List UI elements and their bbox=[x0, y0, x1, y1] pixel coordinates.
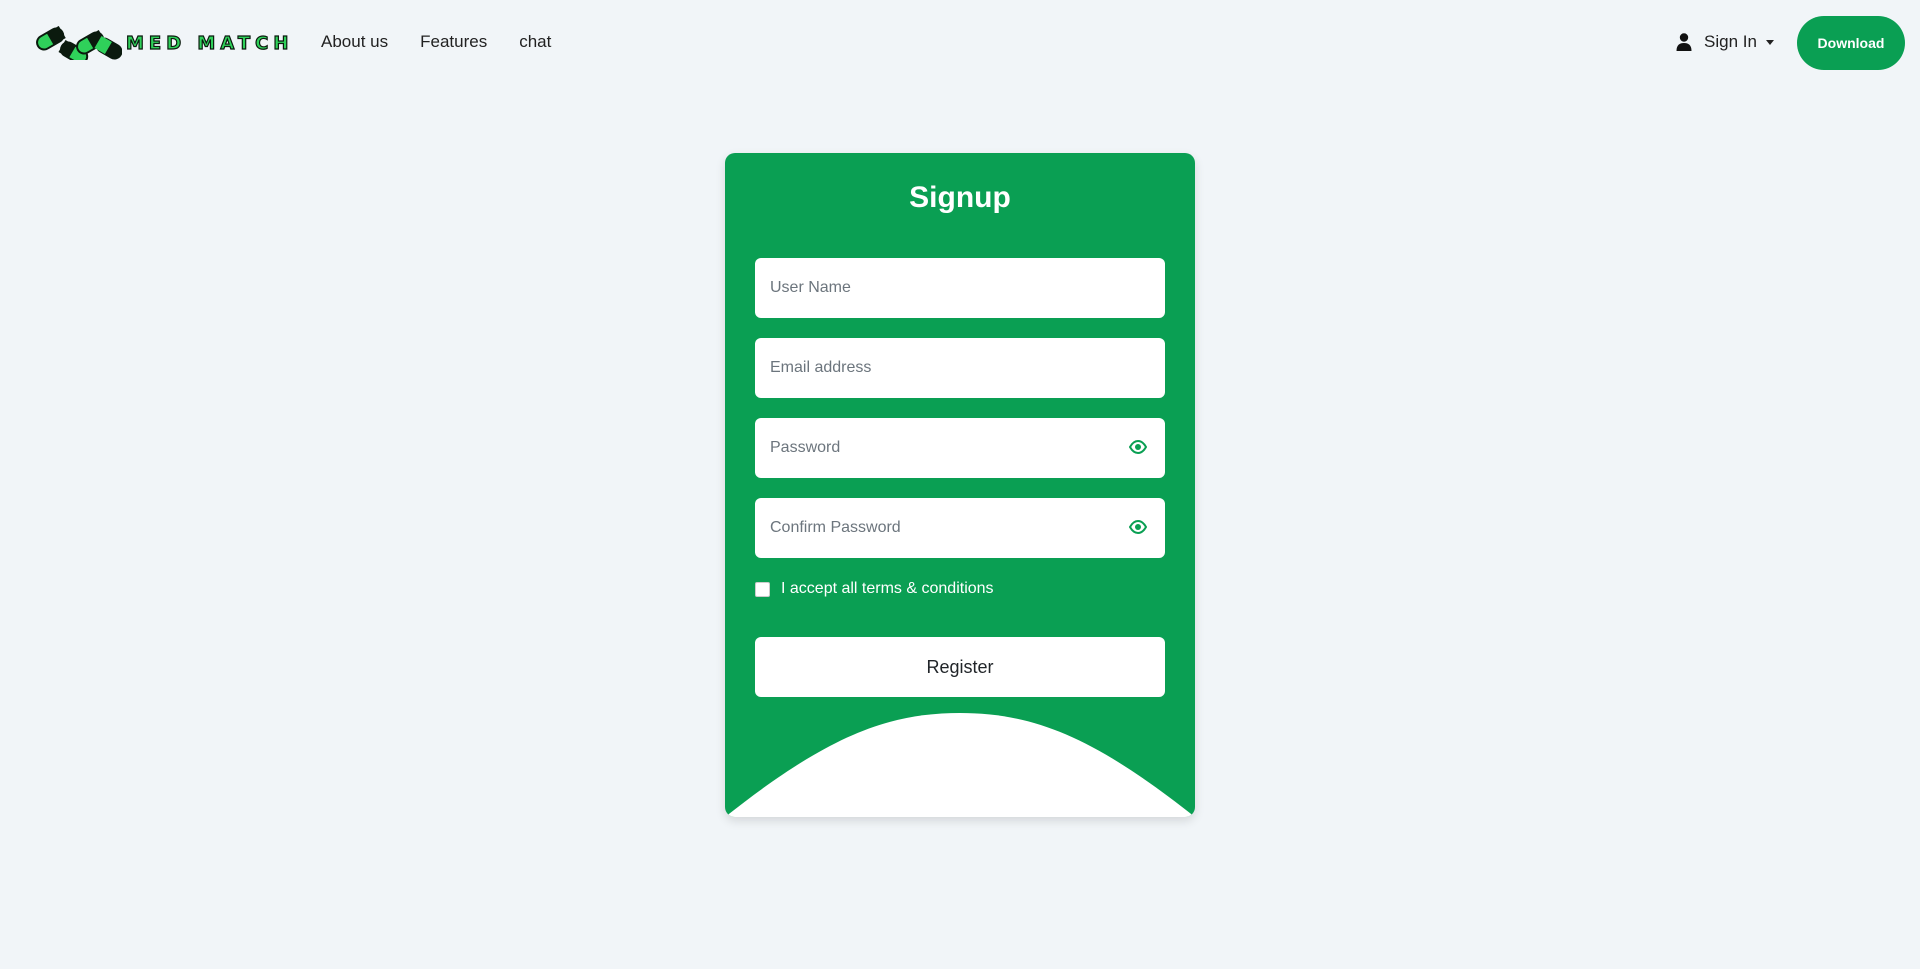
confirm-password-visibility-eye-icon[interactable] bbox=[1129, 520, 1147, 534]
pill-capsules-logo-icon bbox=[36, 26, 122, 60]
confirm-password-field-wrapper bbox=[755, 498, 1165, 558]
nav-link-chat[interactable]: chat bbox=[519, 31, 551, 53]
navbar: MED MATCH About us Features chat Sign In… bbox=[0, 0, 1920, 86]
register-button[interactable]: Register bbox=[755, 637, 1165, 697]
sign-in-dropdown[interactable]: Sign In bbox=[1676, 31, 1774, 53]
sign-in-label: Sign In bbox=[1704, 32, 1757, 51]
user-icon bbox=[1676, 33, 1692, 51]
brand-logo[interactable]: MED MATCH bbox=[36, 26, 293, 60]
card-bottom-wave bbox=[725, 713, 1195, 817]
terms-row[interactable]: I accept all terms & conditions bbox=[755, 580, 994, 598]
signup-card: Signup I accept all terms & conditions R… bbox=[725, 153, 1195, 817]
email-field-wrapper bbox=[755, 338, 1165, 398]
email-input[interactable] bbox=[755, 338, 1165, 398]
username-field-wrapper bbox=[755, 258, 1165, 318]
confirm-password-input[interactable] bbox=[755, 498, 1165, 558]
caret-down-icon bbox=[1765, 39, 1774, 45]
brand-name: MED MATCH bbox=[125, 32, 294, 54]
nav-link-about-us[interactable]: About us bbox=[321, 31, 388, 53]
terms-label: I accept all terms & conditions bbox=[781, 580, 994, 597]
password-input[interactable] bbox=[755, 418, 1165, 478]
password-visibility-eye-icon[interactable] bbox=[1129, 440, 1147, 454]
username-input[interactable] bbox=[755, 258, 1165, 318]
password-field-wrapper bbox=[755, 418, 1165, 478]
main-nav: About us Features chat bbox=[321, 31, 551, 53]
terms-checkbox[interactable] bbox=[755, 581, 770, 597]
download-button[interactable]: Download bbox=[1797, 16, 1905, 70]
nav-link-features[interactable]: Features bbox=[420, 31, 487, 53]
signup-title: Signup bbox=[909, 181, 1011, 214]
